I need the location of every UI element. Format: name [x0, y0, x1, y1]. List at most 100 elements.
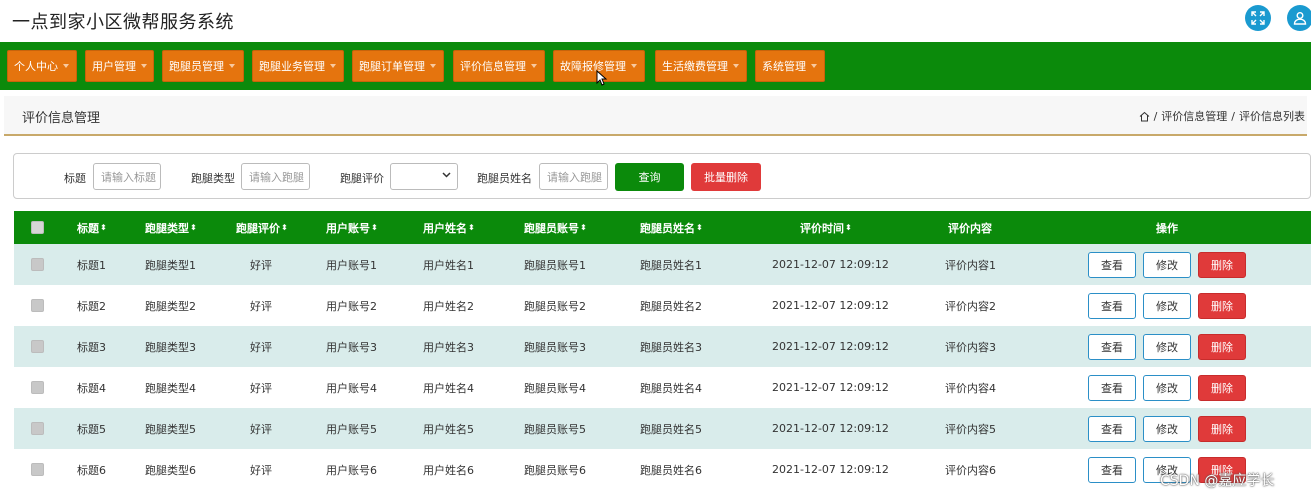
- view-button[interactable]: 查看: [1088, 334, 1136, 360]
- select-all-checkbox[interactable]: [31, 221, 44, 234]
- row-checkbox[interactable]: [31, 463, 44, 476]
- cell-type: 跑腿类型2: [145, 299, 196, 313]
- nav-errand-orders[interactable]: 跑腿订单管理: [352, 50, 444, 82]
- cell-review-content: 评价内容5: [945, 422, 996, 436]
- col-runner-name[interactable]: 跑腿员姓名 ⬍: [640, 211, 703, 244]
- search-panel: 标题 请输入标题 跑腿类型 请输入跑腿 跑腿评价 跑腿员姓名 请输入跑腿 查询 …: [13, 153, 1311, 199]
- cell-title: 标题4: [77, 381, 106, 395]
- caret-down-icon: [229, 64, 235, 68]
- edit-button[interactable]: 修改: [1143, 375, 1191, 401]
- col-review-content: 评价内容: [948, 211, 992, 244]
- row-checkbox[interactable]: [31, 340, 44, 353]
- batch-delete-button[interactable]: 批量删除: [691, 163, 761, 191]
- cell-runner-account: 跑腿员账号6: [524, 463, 586, 477]
- cell-runner-account: 跑腿员账号3: [524, 340, 586, 354]
- nav-label: 个人中心: [14, 60, 58, 73]
- user-button[interactable]: [1287, 5, 1311, 31]
- watermark: CSDN @嘉应学长: [1160, 473, 1275, 489]
- cell-rating: 好评: [250, 422, 272, 436]
- mouse-cursor-icon: [596, 69, 608, 90]
- cell-review-time: 2021-12-07 12:09:12: [772, 463, 889, 476]
- nav-user-management[interactable]: 用户管理: [85, 50, 154, 82]
- row-checkbox[interactable]: [31, 381, 44, 394]
- expand-icon: [1251, 11, 1265, 25]
- cell-review-content: 评价内容1: [945, 258, 996, 272]
- edit-button[interactable]: 修改: [1143, 334, 1191, 360]
- cell-runner-account: 跑腿员账号5: [524, 422, 586, 436]
- sort-icon: ⬍: [281, 223, 288, 232]
- col-runner-account[interactable]: 跑腿员账号 ⬍: [524, 211, 587, 244]
- view-button[interactable]: 查看: [1088, 293, 1136, 319]
- cell-user-account: 用户账号1: [326, 258, 377, 272]
- delete-button[interactable]: 删除: [1198, 252, 1246, 278]
- view-button[interactable]: 查看: [1088, 375, 1136, 401]
- cell-review-content: 评价内容3: [945, 340, 996, 354]
- cell-review-content: 评价内容2: [945, 299, 996, 313]
- cell-title: 标题2: [77, 299, 106, 313]
- col-type[interactable]: 跑腿类型 ⬍: [145, 211, 197, 244]
- col-actions: 操作: [1156, 211, 1178, 244]
- page-title: 评价信息管理: [22, 111, 101, 126]
- nav-system-management[interactable]: 系统管理: [755, 50, 825, 82]
- delete-button[interactable]: 删除: [1198, 334, 1246, 360]
- cell-rating: 好评: [250, 463, 272, 477]
- cell-rating: 好评: [250, 340, 272, 354]
- edit-button[interactable]: 修改: [1143, 252, 1191, 278]
- delete-button[interactable]: 删除: [1198, 375, 1246, 401]
- nav-review-management[interactable]: 评价信息管理: [453, 50, 545, 82]
- delete-button[interactable]: 删除: [1198, 416, 1246, 442]
- title-search-input[interactable]: 请输入标题: [93, 163, 161, 190]
- fullscreen-button[interactable]: [1245, 5, 1271, 31]
- cell-runner-name: 跑腿员姓名5: [640, 422, 702, 436]
- cell-review-time: 2021-12-07 12:09:12: [772, 340, 889, 353]
- main-nav: 个人中心 用户管理 跑腿员管理 跑腿业务管理 跑腿订单管理 评价信息管理 故障报…: [0, 42, 1311, 90]
- col-rating[interactable]: 跑腿评价 ⬍: [236, 211, 288, 244]
- col-label: 操作: [1156, 221, 1178, 235]
- cell-runner-name: 跑腿员姓名2: [640, 299, 702, 313]
- col-label: 用户姓名: [423, 221, 467, 235]
- nav-errand-business[interactable]: 跑腿业务管理: [252, 50, 344, 82]
- query-button[interactable]: 查询: [615, 163, 684, 191]
- table-row: 标题5 跑腿类型5 好评 用户账号5 用户姓名5 跑腿员账号5 跑腿员姓名5 2021-12-…: [14, 408, 1311, 449]
- row-checkbox[interactable]: [31, 258, 44, 271]
- edit-button[interactable]: 修改: [1143, 416, 1191, 442]
- view-button[interactable]: 查看: [1088, 416, 1136, 442]
- title-label: 标题: [64, 172, 86, 185]
- cell-title: 标题3: [77, 340, 106, 354]
- breadcrumb-item-review-management[interactable]: 评价信息管理: [1161, 108, 1227, 124]
- col-label: 跑腿员姓名: [640, 221, 695, 235]
- nav-label: 跑腿员管理: [169, 60, 224, 73]
- col-label: 跑腿类型: [145, 221, 189, 235]
- table-row: 标题4 跑腿类型4 好评 用户账号4 用户姓名4 跑腿员账号4 跑腿员姓名4 2021-12-…: [14, 367, 1311, 408]
- cell-rating: 好评: [250, 381, 272, 395]
- sort-icon: ⬍: [100, 223, 107, 232]
- nav-label: 生活缴费管理: [662, 60, 728, 73]
- col-review-time[interactable]: 评价时间 ⬍: [800, 211, 852, 244]
- cell-review-content: 评价内容6: [945, 463, 996, 477]
- runner-name-input[interactable]: 请输入跑腿: [539, 163, 608, 190]
- col-user-account[interactable]: 用户账号 ⬍: [326, 211, 378, 244]
- cell-user-name: 用户姓名5: [423, 422, 474, 436]
- home-icon[interactable]: [1139, 111, 1150, 122]
- cell-user-name: 用户姓名4: [423, 381, 474, 395]
- nav-personal-center[interactable]: 个人中心: [7, 50, 77, 82]
- runner-name-label: 跑腿员姓名: [477, 172, 532, 185]
- cell-user-name: 用户姓名3: [423, 340, 474, 354]
- col-user-name[interactable]: 用户姓名 ⬍: [423, 211, 475, 244]
- errand-rating-select[interactable]: [390, 163, 458, 190]
- cell-title: 标题5: [77, 422, 106, 436]
- view-button[interactable]: 查看: [1088, 252, 1136, 278]
- errand-type-input[interactable]: 请输入跑腿: [241, 163, 310, 190]
- delete-button[interactable]: 删除: [1198, 293, 1246, 319]
- view-button[interactable]: 查看: [1088, 457, 1136, 483]
- cell-rating: 好评: [250, 258, 272, 272]
- row-checkbox[interactable]: [31, 299, 44, 312]
- user-icon: [1293, 12, 1307, 25]
- edit-button[interactable]: 修改: [1143, 293, 1191, 319]
- cell-user-account: 用户账号6: [326, 463, 377, 477]
- row-checkbox[interactable]: [31, 422, 44, 435]
- cell-runner-account: 跑腿员账号4: [524, 381, 586, 395]
- col-title[interactable]: 标题 ⬍: [77, 211, 107, 244]
- nav-runner-management[interactable]: 跑腿员管理: [162, 50, 244, 82]
- nav-utility-payment[interactable]: 生活缴费管理: [655, 50, 747, 82]
